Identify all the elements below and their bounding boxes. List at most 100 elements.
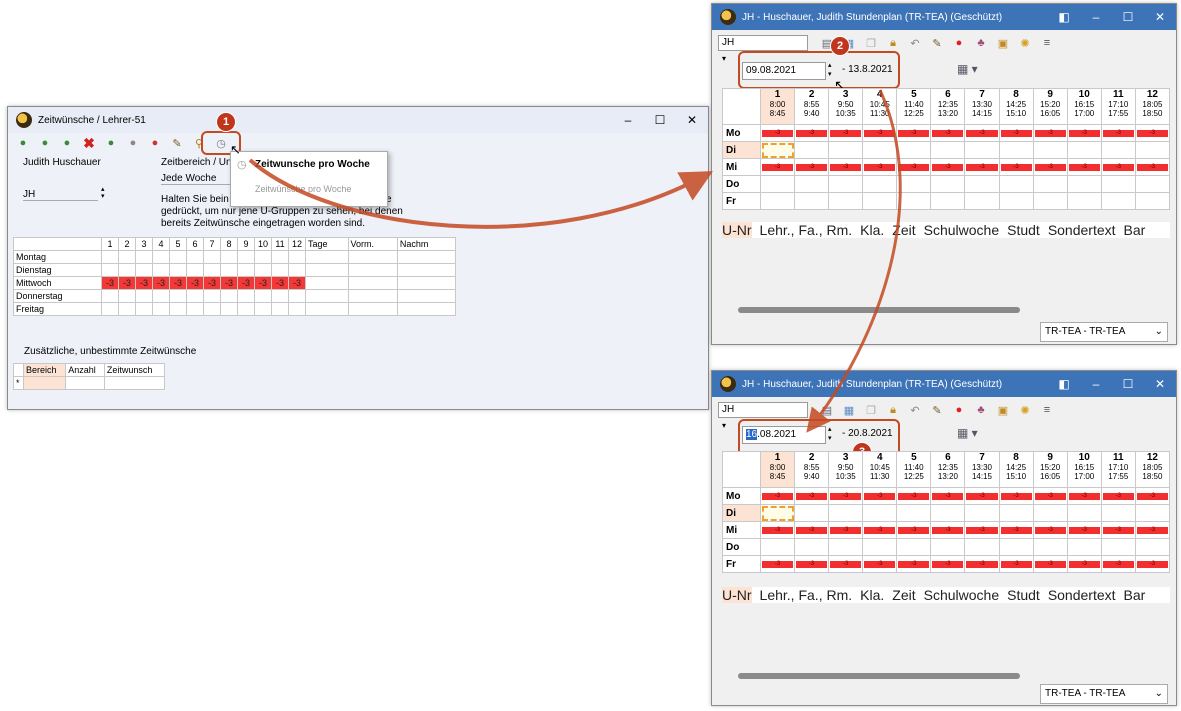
wish-cell[interactable]	[152, 289, 170, 303]
wish-cell[interactable]	[101, 289, 119, 303]
timetable-cell[interactable]: -3	[794, 124, 830, 142]
timetable-cell[interactable]	[1100, 504, 1136, 522]
timetable-cell[interactable]: -3	[1032, 158, 1068, 176]
timetable-cell[interactable]: -3	[759, 124, 796, 142]
timetable-cell[interactable]: -3	[896, 555, 932, 573]
timetable-cell[interactable]: -3	[998, 158, 1034, 176]
timetable-cell[interactable]	[1066, 141, 1102, 159]
timetable-cell[interactable]: -3	[998, 521, 1034, 539]
wish-cell[interactable]	[271, 289, 289, 303]
timetable-cell[interactable]	[896, 141, 932, 159]
timetable-cell[interactable]: -3	[1100, 487, 1136, 505]
timetable-cell[interactable]: -3	[1032, 555, 1068, 573]
lesson-column-header[interactable]: Lehr., Fa., Rm.	[760, 587, 853, 603]
wish-cell[interactable]: -3	[101, 276, 119, 290]
timetable-cell[interactable]: -3	[964, 158, 1000, 176]
lesson-column-header[interactable]: Kla.	[860, 587, 884, 603]
day-label[interactable]: Do	[722, 175, 761, 193]
wish-cell[interactable]: -3	[237, 276, 255, 290]
timetable-cell[interactable]	[1032, 192, 1068, 210]
period-header[interactable]: 5 11:40 12:25	[896, 88, 932, 125]
timetable-cell[interactable]: -3	[1066, 555, 1102, 573]
day-label[interactable]: Di	[722, 504, 761, 522]
timetable-cell[interactable]: -3	[759, 487, 796, 505]
timetable-cell[interactable]	[896, 175, 932, 193]
timetable-cell[interactable]	[896, 504, 932, 522]
timetable-cell[interactable]	[930, 141, 966, 159]
wish-cell[interactable]	[237, 302, 255, 316]
cell-zeitwunsch[interactable]	[103, 376, 166, 390]
layout-icon[interactable]: ▣	[994, 35, 1012, 51]
wish-cell[interactable]: -3	[220, 276, 238, 290]
timetable-cell[interactable]	[759, 192, 796, 210]
timetable-cell[interactable]: -3	[759, 158, 796, 176]
timetable-cell[interactable]	[794, 538, 830, 556]
timetable-cell[interactable]: -3	[759, 521, 796, 539]
wish-cell[interactable]	[101, 250, 119, 264]
extra-cell[interactable]	[305, 302, 349, 316]
timetable-cell[interactable]	[1100, 538, 1136, 556]
wish-cell[interactable]	[186, 289, 204, 303]
delete-icon[interactable]: ✖	[80, 135, 98, 151]
timetable-cell[interactable]	[998, 175, 1034, 193]
sun-icon[interactable]: ✺	[1016, 402, 1034, 418]
col-bereich[interactable]: Bereich	[22, 363, 67, 377]
timetable-cell[interactable]	[828, 538, 864, 556]
lesson-column-header[interactable]: Sondertext	[1048, 587, 1116, 603]
wish-cell[interactable]	[271, 263, 289, 277]
wish-cell[interactable]	[271, 302, 289, 316]
period-header[interactable]: 3 9:50 10:35	[828, 88, 864, 125]
timetable-cell[interactable]: -3	[862, 158, 898, 176]
timetable-cell[interactable]	[1032, 538, 1068, 556]
lesson-column-header[interactable]: Kla.	[860, 222, 884, 238]
lesson-column-header[interactable]: Zeit	[892, 222, 915, 238]
lock-icon[interactable]: 🔒︎	[884, 35, 902, 51]
day-label[interactable]: Fr	[722, 192, 761, 210]
teacher-code-field[interactable]: JH	[23, 189, 98, 201]
timetable-cell[interactable]	[862, 504, 898, 522]
wish-cell[interactable]	[118, 250, 136, 264]
wish-cell[interactable]	[152, 263, 170, 277]
close-button[interactable]: ✕	[676, 107, 708, 133]
popup-title[interactable]: Zeitwunsche pro Woche	[255, 159, 370, 170]
period-header[interactable]: 4 10:45 11:30	[862, 451, 898, 488]
timetable-cell[interactable]: -3	[1100, 521, 1136, 539]
timetable-cell[interactable]: -3	[1032, 124, 1068, 142]
copy-icon[interactable]: ❐	[862, 402, 880, 418]
timetable-cell[interactable]: -3	[998, 487, 1034, 505]
extra-cell[interactable]	[305, 289, 349, 303]
timetable-cell[interactable]	[1066, 504, 1102, 522]
add-green-3-icon[interactable]: ●	[58, 135, 76, 151]
timetable-cell[interactable]: -3	[759, 555, 796, 573]
copy-icon[interactable]: ❐	[862, 35, 880, 51]
add-green-2-icon[interactable]: ●	[36, 135, 54, 151]
status-combo[interactable]: TR-TEA - TR-TEA ⌄	[1040, 322, 1168, 342]
timetable-cell[interactable]	[759, 141, 796, 159]
timetable-cell[interactable]	[998, 504, 1034, 522]
timetable-cell[interactable]	[794, 192, 830, 210]
wish-cell[interactable]	[152, 250, 170, 264]
lesson-column-header[interactable]: Bar	[1124, 222, 1146, 238]
day-label[interactable]: Do	[722, 538, 761, 556]
day-label[interactable]: Di	[722, 141, 761, 159]
lesson-column-header[interactable]: Sondertext	[1048, 222, 1116, 238]
period-header[interactable]: 3 9:50 10:35	[828, 451, 864, 488]
period-header[interactable]: 6 12:35 13:20	[930, 88, 966, 125]
horizontal-scrollbar[interactable]	[738, 673, 1020, 679]
extra-cell[interactable]	[396, 302, 457, 316]
wish-cell[interactable]	[203, 263, 221, 277]
horizontal-scrollbar[interactable]	[738, 307, 1020, 313]
period-header[interactable]: 9 15:20 16:05	[1032, 451, 1068, 488]
wish-cell[interactable]	[118, 289, 136, 303]
extra-cell[interactable]	[347, 276, 398, 290]
timetable-cell[interactable]: -3	[1134, 487, 1171, 505]
timetable-cell[interactable]: -3	[1066, 521, 1102, 539]
timetable-cell[interactable]: -3	[964, 124, 1000, 142]
element-combo[interactable]: JH	[718, 35, 808, 51]
extra-cell[interactable]	[347, 250, 398, 264]
undo-icon[interactable]: ↶	[906, 35, 924, 51]
period-header[interactable]: 5 11:40 12:25	[896, 451, 932, 488]
timetable-cell[interactable]: -3	[1100, 158, 1136, 176]
timetable-cell[interactable]: -3	[1134, 124, 1171, 142]
period-header[interactable]: 7 13:30 14:15	[964, 88, 1000, 125]
